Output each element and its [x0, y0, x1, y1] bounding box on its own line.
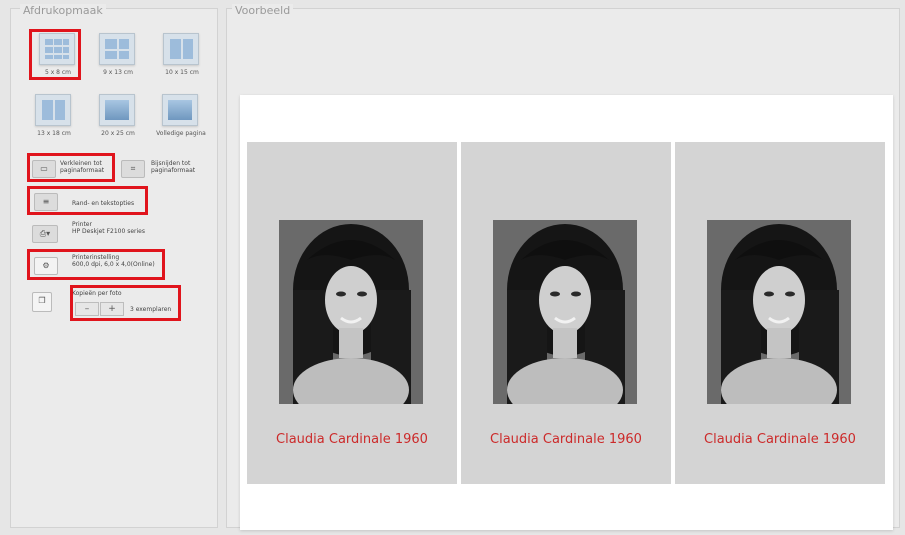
printer-selector[interactable]: Printer HP Deskjet F2100 series	[72, 221, 145, 235]
layout-13x18-thumbnail-icon	[35, 94, 71, 126]
print-layout-title: Afdrukopmaak	[20, 4, 106, 17]
crop-to-page-line2: paginaformaat	[151, 167, 196, 174]
photo-caption-2: Claudia Cardinale 1960	[490, 432, 642, 447]
print-card-1: Claudia Cardinale 1960	[247, 142, 457, 484]
portrait-photo-2	[493, 220, 637, 404]
photo-caption-1: Claudia Cardinale 1960	[276, 432, 428, 447]
portrait-photo-1	[279, 220, 423, 404]
layout-13x18-button[interactable]: 13 x 18 cm	[26, 92, 82, 144]
highlight-scale-to-page	[27, 153, 115, 182]
layout-full-page-label: Volledige pagina	[156, 130, 206, 137]
layout-9x13-label: 9 x 13 cm	[103, 69, 133, 76]
layout-full-page-button[interactable]: Volledige pagina	[153, 92, 209, 144]
layout-10x15-button[interactable]: 10 x 15 cm	[154, 31, 210, 83]
layout-13x18-label: 13 x 18 cm	[37, 130, 71, 137]
layout-10x15-label: 10 x 15 cm	[165, 69, 199, 76]
print-card-3: Claudia Cardinale 1960	[675, 142, 885, 484]
highlight-copies-per-photo	[70, 285, 181, 321]
layout-20x25-thumbnail-icon	[99, 94, 135, 126]
copies-icon: ❐	[32, 292, 52, 312]
printer-name: HP Deskjet F2100 series	[72, 228, 145, 235]
highlight-layout-5x8	[29, 29, 81, 80]
crop-to-page-line1: Bijsnijden tot	[151, 160, 191, 167]
layout-9x13-button[interactable]: 9 x 13 cm	[90, 31, 146, 83]
layout-10x15-thumbnail-icon	[163, 33, 199, 65]
layout-20x25-label: 20 x 25 cm	[101, 130, 135, 137]
layout-9x13-thumbnail-icon	[99, 33, 135, 65]
photo-caption-3: Claudia Cardinale 1960	[704, 432, 856, 447]
highlight-border-text-options	[27, 186, 148, 215]
crop-icon[interactable]: ⌗	[121, 160, 145, 178]
layout-full-page-thumbnail-icon	[162, 94, 198, 126]
printer-icon[interactable]: ⎙▾	[32, 225, 58, 243]
print-card-2: Claudia Cardinale 1960	[461, 142, 671, 484]
preview-title: Voorbeeld	[232, 4, 294, 17]
crop-to-page-option[interactable]: Bijsnijden tot paginaformaat	[151, 160, 195, 174]
printer-label: Printer	[72, 221, 92, 228]
highlight-printer-settings	[27, 249, 165, 280]
layout-20x25-button[interactable]: 20 x 25 cm	[90, 92, 146, 144]
portrait-photo-3	[707, 220, 851, 404]
